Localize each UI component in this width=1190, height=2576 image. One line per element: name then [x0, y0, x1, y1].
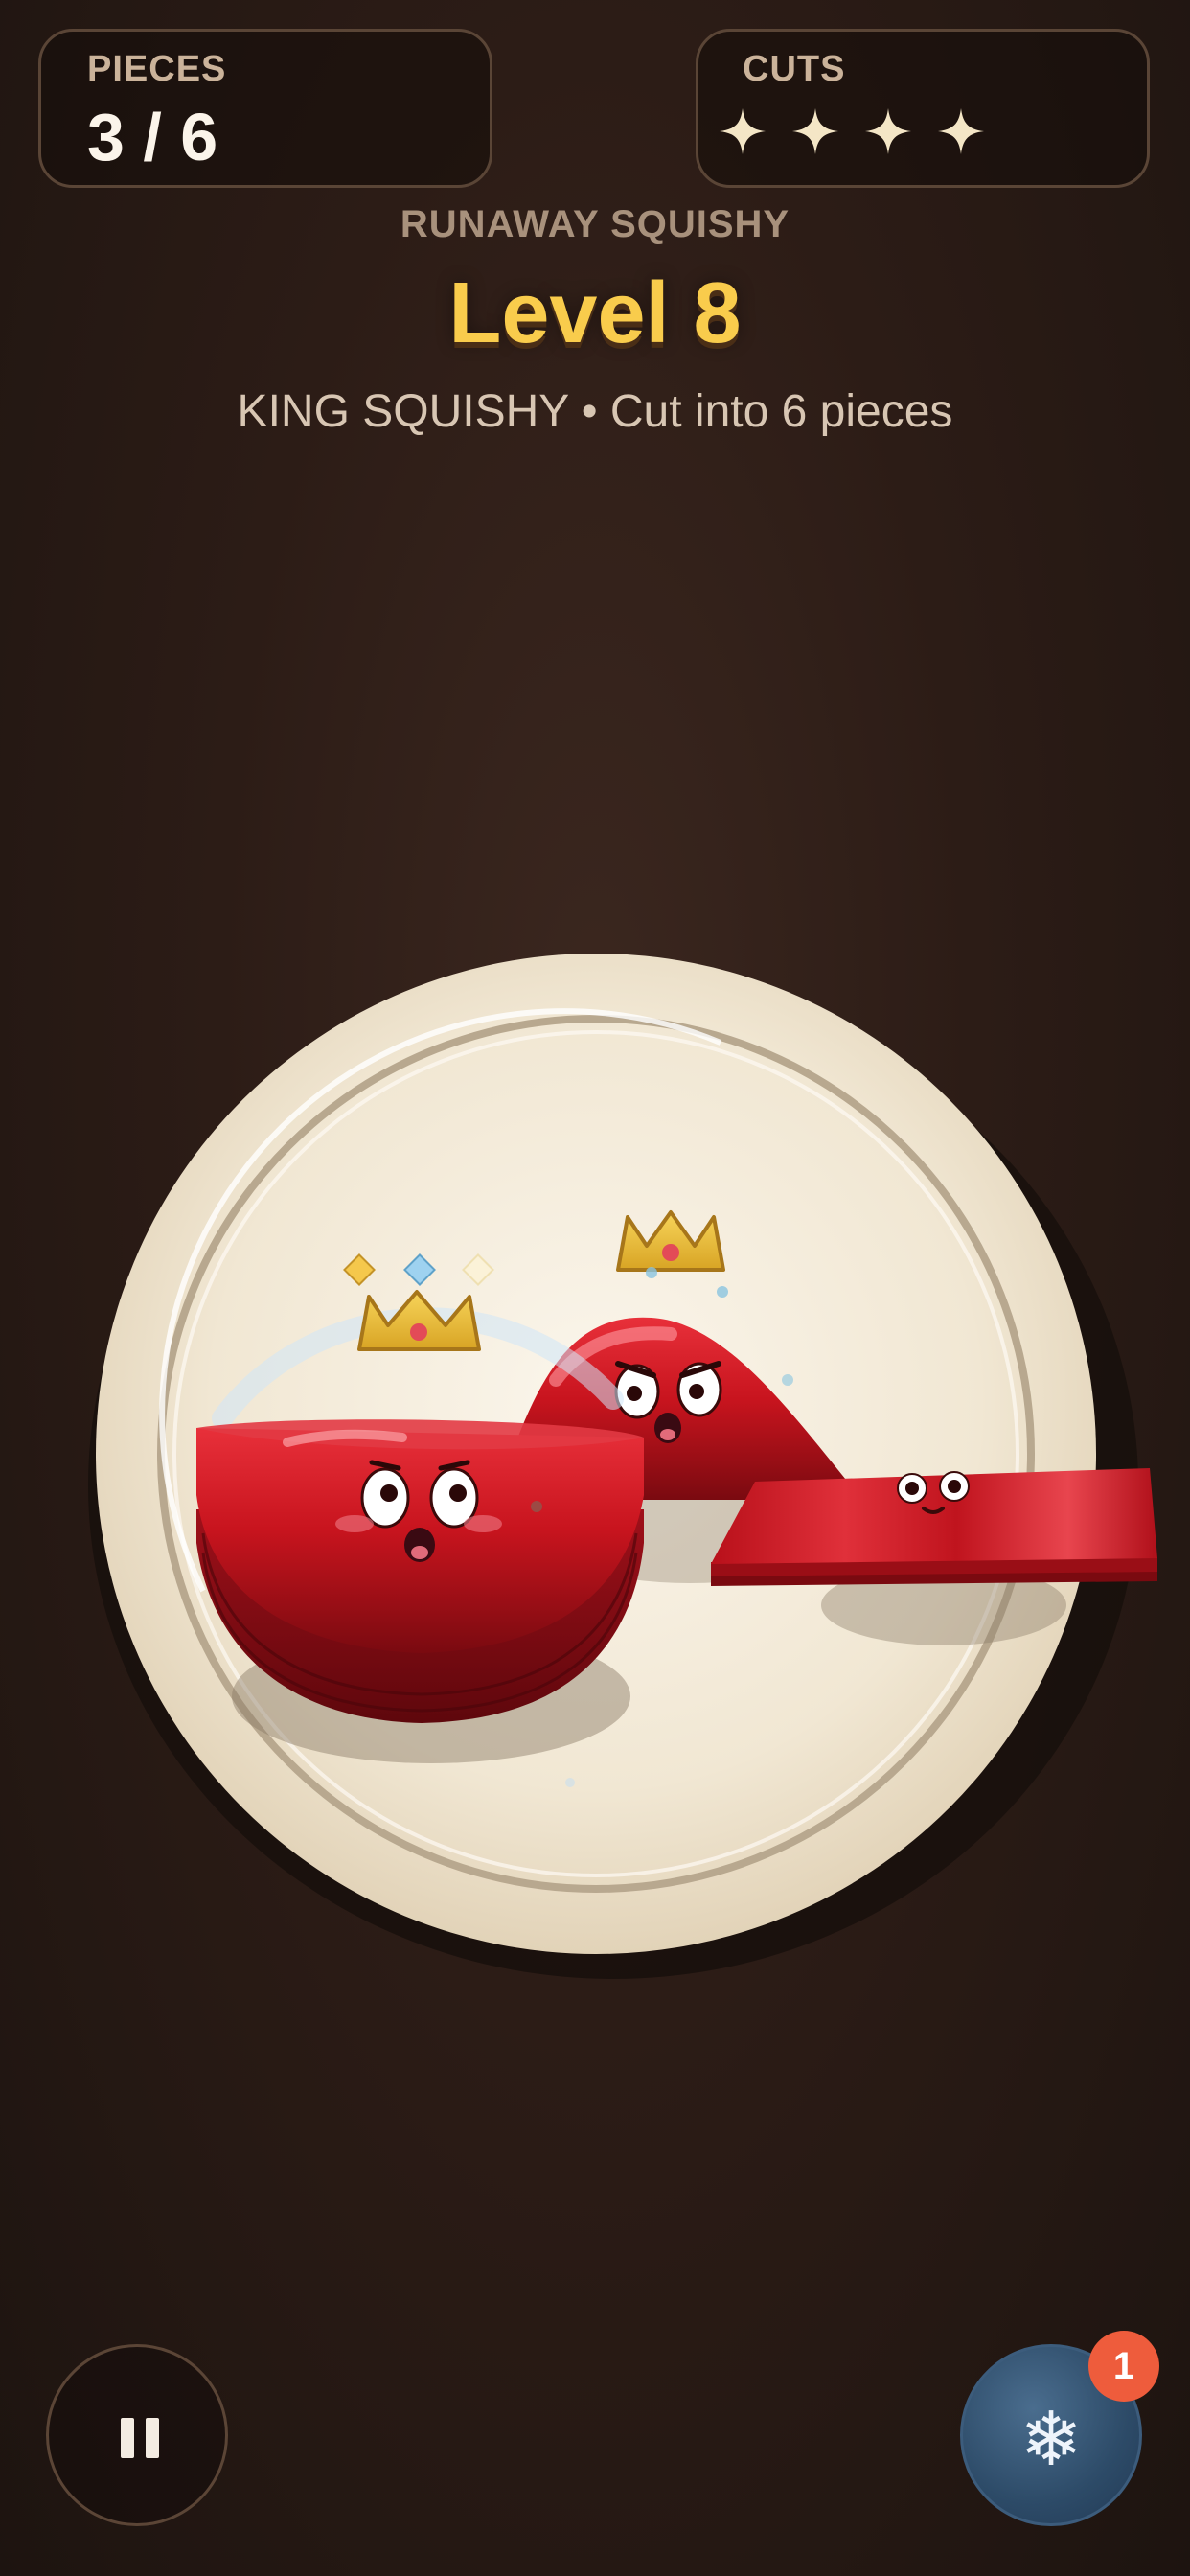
- pause-button[interactable]: [46, 2344, 228, 2526]
- cut-star-icon: [938, 108, 984, 154]
- slab-piece[interactable]: [711, 1468, 1157, 1586]
- snowflake-icon: ❄: [1019, 2397, 1083, 2483]
- level-subtitle: RUNAWAY SQUISHY: [400, 203, 790, 245]
- cuts-label: CUTS: [743, 49, 846, 89]
- cut-star-icon: [865, 108, 911, 154]
- game-stage[interactable]: [0, 920, 1190, 2022]
- pieces-label: PIECES: [87, 49, 227, 89]
- pieces-value: 3 / 6: [87, 100, 218, 174]
- level-description: KING SQUISHY • Cut into 6 pieces: [237, 386, 953, 437]
- pieces-counter: PIECES 3 / 6: [38, 29, 492, 188]
- cuts-counter: CUTS: [696, 29, 1150, 188]
- cuts-stars: [718, 106, 986, 156]
- cut-star-icon: [792, 108, 838, 154]
- level-title: Level 8: [448, 265, 742, 361]
- freeze-count-badge: 1: [1088, 2331, 1159, 2402]
- cut-star-icon: [720, 108, 766, 154]
